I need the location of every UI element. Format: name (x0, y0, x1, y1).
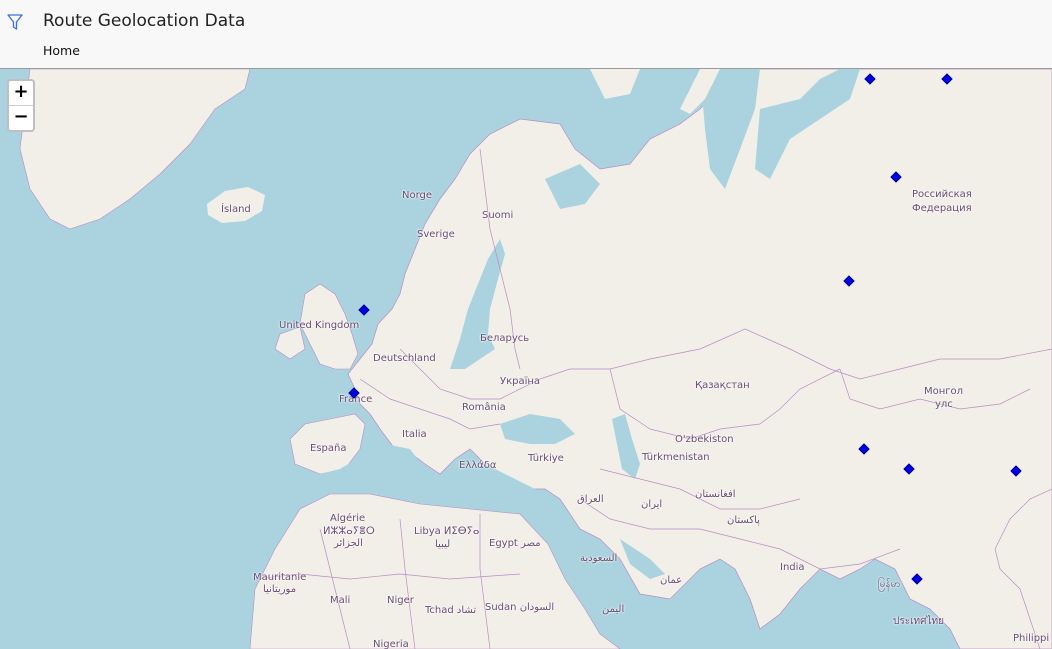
zoom-out-button[interactable]: − (9, 106, 33, 130)
map-label-thailand: ประเทศไทย (893, 616, 944, 627)
map-label-ukraina: Україна (500, 376, 541, 387)
map-label-kazakhstan: Қазақстан (695, 380, 750, 391)
map-label-norge: Norge (402, 190, 433, 201)
breadcrumb-home[interactable]: Home (43, 43, 80, 58)
map-label-island: Ísland (221, 204, 251, 215)
map-label-pakistan: پاکستان (727, 515, 760, 526)
map-label-mongol-2: улс (935, 399, 953, 410)
map-label-espana: España (310, 443, 347, 454)
map-label-romania: România (462, 402, 506, 413)
map-label-deutschland: Deutschland (373, 353, 436, 364)
map-label-egypt: Egypt مصر (489, 538, 541, 549)
zoom-in-button[interactable]: + (9, 81, 33, 106)
map-label-afghanistan: افغانستان (695, 489, 736, 500)
map-label-iran: ایران (641, 499, 663, 510)
map-label-myanmar: မြန်မာ (878, 579, 901, 590)
map-label-oman: عمان (660, 575, 683, 586)
map-basemap (0, 69, 1052, 649)
map-label-libya-1: Libya ⵍⵉⴱⵢⴰ (414, 526, 480, 537)
map-label-belarus: Беларусь (480, 333, 530, 344)
map-label-italia: Italia (402, 429, 427, 440)
map-label-turkiye: Türkiye (528, 453, 564, 464)
map-label-libya-2: ليبيا (435, 539, 451, 550)
page-title: Route Geolocation Data (43, 11, 246, 31)
map-label-india: India (780, 562, 805, 573)
map-label-saudi: السعودية (580, 553, 618, 564)
map-label-yemen: اليمن (602, 604, 625, 615)
app-header: Route Geolocation Data Home (0, 0, 1052, 69)
map-label-algerie-3: الجزائر (334, 538, 363, 549)
map-label-philippines: Philippi (1013, 633, 1050, 644)
map-label-sverige: Sverige (417, 229, 455, 240)
map-label-nigeria: Nigeria (373, 639, 409, 649)
map-label-niger: Niger (387, 595, 414, 606)
map-label-mali: Mali (330, 595, 351, 606)
map-label-iraq: العراق (577, 494, 604, 505)
map-view[interactable]: Ísland Norge Suomi Sverige United Kingdo… (0, 69, 1052, 649)
map-label-algerie-1: Algérie (330, 513, 366, 524)
map-label-uk: United Kingdom (279, 320, 360, 331)
map-label-mauritanie-2: موريتانيا (263, 584, 297, 595)
map-label-suomi: Suomi (482, 210, 514, 221)
map-label-algerie-2: ⵍⵣⵣⴰⵢⴻⵔ (323, 526, 375, 537)
map-label-ellada: Ελλάδα (459, 460, 497, 471)
map-label-russia-2: Федерация (912, 203, 972, 214)
filter-icon[interactable] (7, 13, 23, 31)
map-label-turkmenistan: Türkmenistan (642, 452, 710, 463)
zoom-control: + − (7, 79, 35, 132)
map-label-mongol-1: Монгол (924, 386, 964, 397)
map-label-uzbekiston: O'zbekiston (675, 434, 734, 445)
map-label-mauritanie-1: Mauritanie (253, 572, 307, 583)
map-label-sudan: Sudan السودان (485, 602, 555, 613)
map-label-tchad: Tchad تشاد (425, 605, 477, 616)
map-label-russia-1: Российская (912, 189, 972, 200)
